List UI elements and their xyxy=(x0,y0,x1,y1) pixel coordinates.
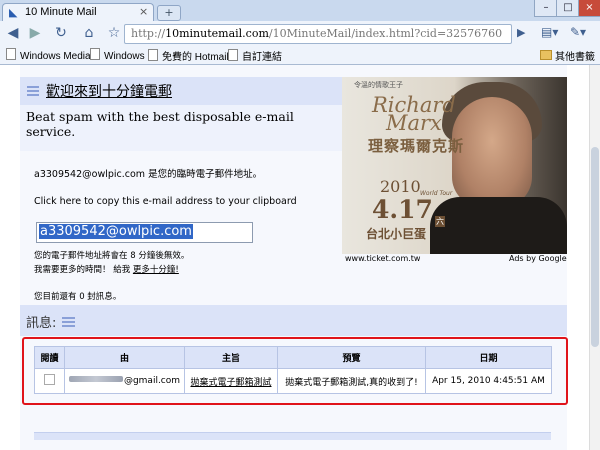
page-viewport: 歡迎來到十分鐘電郵 Beat spam with the best dispos… xyxy=(0,65,589,450)
go-icon[interactable]: ▶ xyxy=(517,26,525,39)
browser-tab[interactable]: ◣ 10 Minute Mail × xyxy=(2,3,154,22)
email-address-value: a3309542@owlpic.com xyxy=(39,224,193,239)
ad-artist-last-name: Marx xyxy=(386,111,442,135)
page-menu-icon[interactable]: ▤▾ xyxy=(541,25,558,39)
vertical-scrollbar[interactable] xyxy=(589,65,600,450)
tagline: Beat spam with the best disposable e-mai… xyxy=(26,109,294,139)
ad-caption: 令溫的情歌王子 xyxy=(354,81,403,89)
star-icon[interactable]: ☆ xyxy=(104,24,124,43)
page-icon xyxy=(228,49,238,61)
messages-header: 訊息: xyxy=(20,305,567,336)
inbox-count-text: 您目前還有 0 封訊息。 xyxy=(34,292,122,302)
ads-by-google-link[interactable]: Ads by Google xyxy=(509,254,567,263)
back-icon[interactable]: ◀ xyxy=(3,24,23,43)
more-time-link[interactable]: 更多十分鐘! xyxy=(133,265,179,275)
scrollbar-thumb[interactable] xyxy=(591,147,599,347)
ad-date: 4.17 xyxy=(372,195,433,224)
ad-year: 2010 xyxy=(380,177,421,196)
tab-title: 10 Minute Mail xyxy=(25,6,97,18)
highlight-box xyxy=(22,337,568,405)
bookmark-custom-links[interactable]: 自訂連結 xyxy=(228,48,282,63)
bookmark-windows-media[interactable]: Windows Media xyxy=(6,48,91,62)
close-window-button[interactable]: × xyxy=(578,0,600,17)
expiry-text: 您的電子郵件地址將會在 8 分鐘後無效。 xyxy=(34,251,190,261)
tagline-box: Beat spam with the best disposable e-mai… xyxy=(20,105,342,151)
minimize-button[interactable]: – xyxy=(534,0,558,17)
ad-artist-chinese-name: 理察瑪爾克斯 xyxy=(368,137,465,155)
welcome-title-link[interactable]: 歡迎來到十分鐘電郵 xyxy=(46,81,172,101)
tab-favicon-icon: ◣ xyxy=(9,6,18,19)
copy-to-clipboard-link[interactable]: Click here to copy this e-mail address t… xyxy=(34,196,297,207)
welcome-header: 歡迎來到十分鐘電郵 xyxy=(20,77,342,105)
messages-title: 訊息: xyxy=(26,316,57,331)
other-bookmarks[interactable]: 其他書籤 xyxy=(540,48,595,63)
home-icon[interactable]: ⌂ xyxy=(79,24,99,43)
tab-close-icon[interactable]: × xyxy=(139,5,148,18)
temp-address-text: a3309542@owlpic.com 是您的臨時電子郵件地址。 xyxy=(34,169,263,180)
ad-weekday: 六 xyxy=(435,216,445,227)
page-icon xyxy=(90,48,100,60)
reload-icon[interactable]: ↻ xyxy=(51,24,71,43)
maximize-button[interactable]: □ xyxy=(556,0,580,17)
bookmarks-bar: Windows Media Windows 免費的 Hotmail 自訂連結 其… xyxy=(0,46,600,65)
page-icon xyxy=(148,49,158,61)
concert-ad-banner[interactable]: 令溫的情歌王子 Richard Marx 理察瑪爾克斯 2010 World T… xyxy=(342,77,567,254)
ad-venue: 台北小巨蛋 xyxy=(366,227,427,241)
bookmark-hotmail[interactable]: 免費的 Hotmail xyxy=(148,48,229,63)
footer-bar xyxy=(34,432,551,440)
folder-icon xyxy=(540,50,552,60)
title-bar: ◣ 10 Minute Mail × + – □ × xyxy=(0,0,600,22)
bookmark-windows[interactable]: Windows xyxy=(90,48,145,62)
address-bar-url: http://10minutemail.com/10MinuteMail/ind… xyxy=(131,27,503,40)
menu-lines-icon xyxy=(27,86,39,96)
forward-icon[interactable]: ▶ xyxy=(25,24,45,43)
ad-source-url[interactable]: www.ticket.com.tw xyxy=(345,254,420,263)
browser-toolbar: ◀ ▶ ↻ ⌂ ☆ http://10minutemail.com/10Minu… xyxy=(0,21,600,46)
menu-lines-icon xyxy=(62,317,75,329)
more-time-row: 我需要更多的時間！ 給我 更多十分鐘! xyxy=(34,265,179,275)
page-icon xyxy=(6,48,16,60)
tools-menu-icon[interactable]: ✎▾ xyxy=(570,25,586,39)
ad-portrait-jacket xyxy=(430,197,567,254)
new-tab-button[interactable]: + xyxy=(157,5,181,21)
address-bar[interactable]: http://10minutemail.com/10MinuteMail/ind… xyxy=(124,24,512,44)
email-address-field[interactable]: a3309542@owlpic.com xyxy=(36,222,253,243)
